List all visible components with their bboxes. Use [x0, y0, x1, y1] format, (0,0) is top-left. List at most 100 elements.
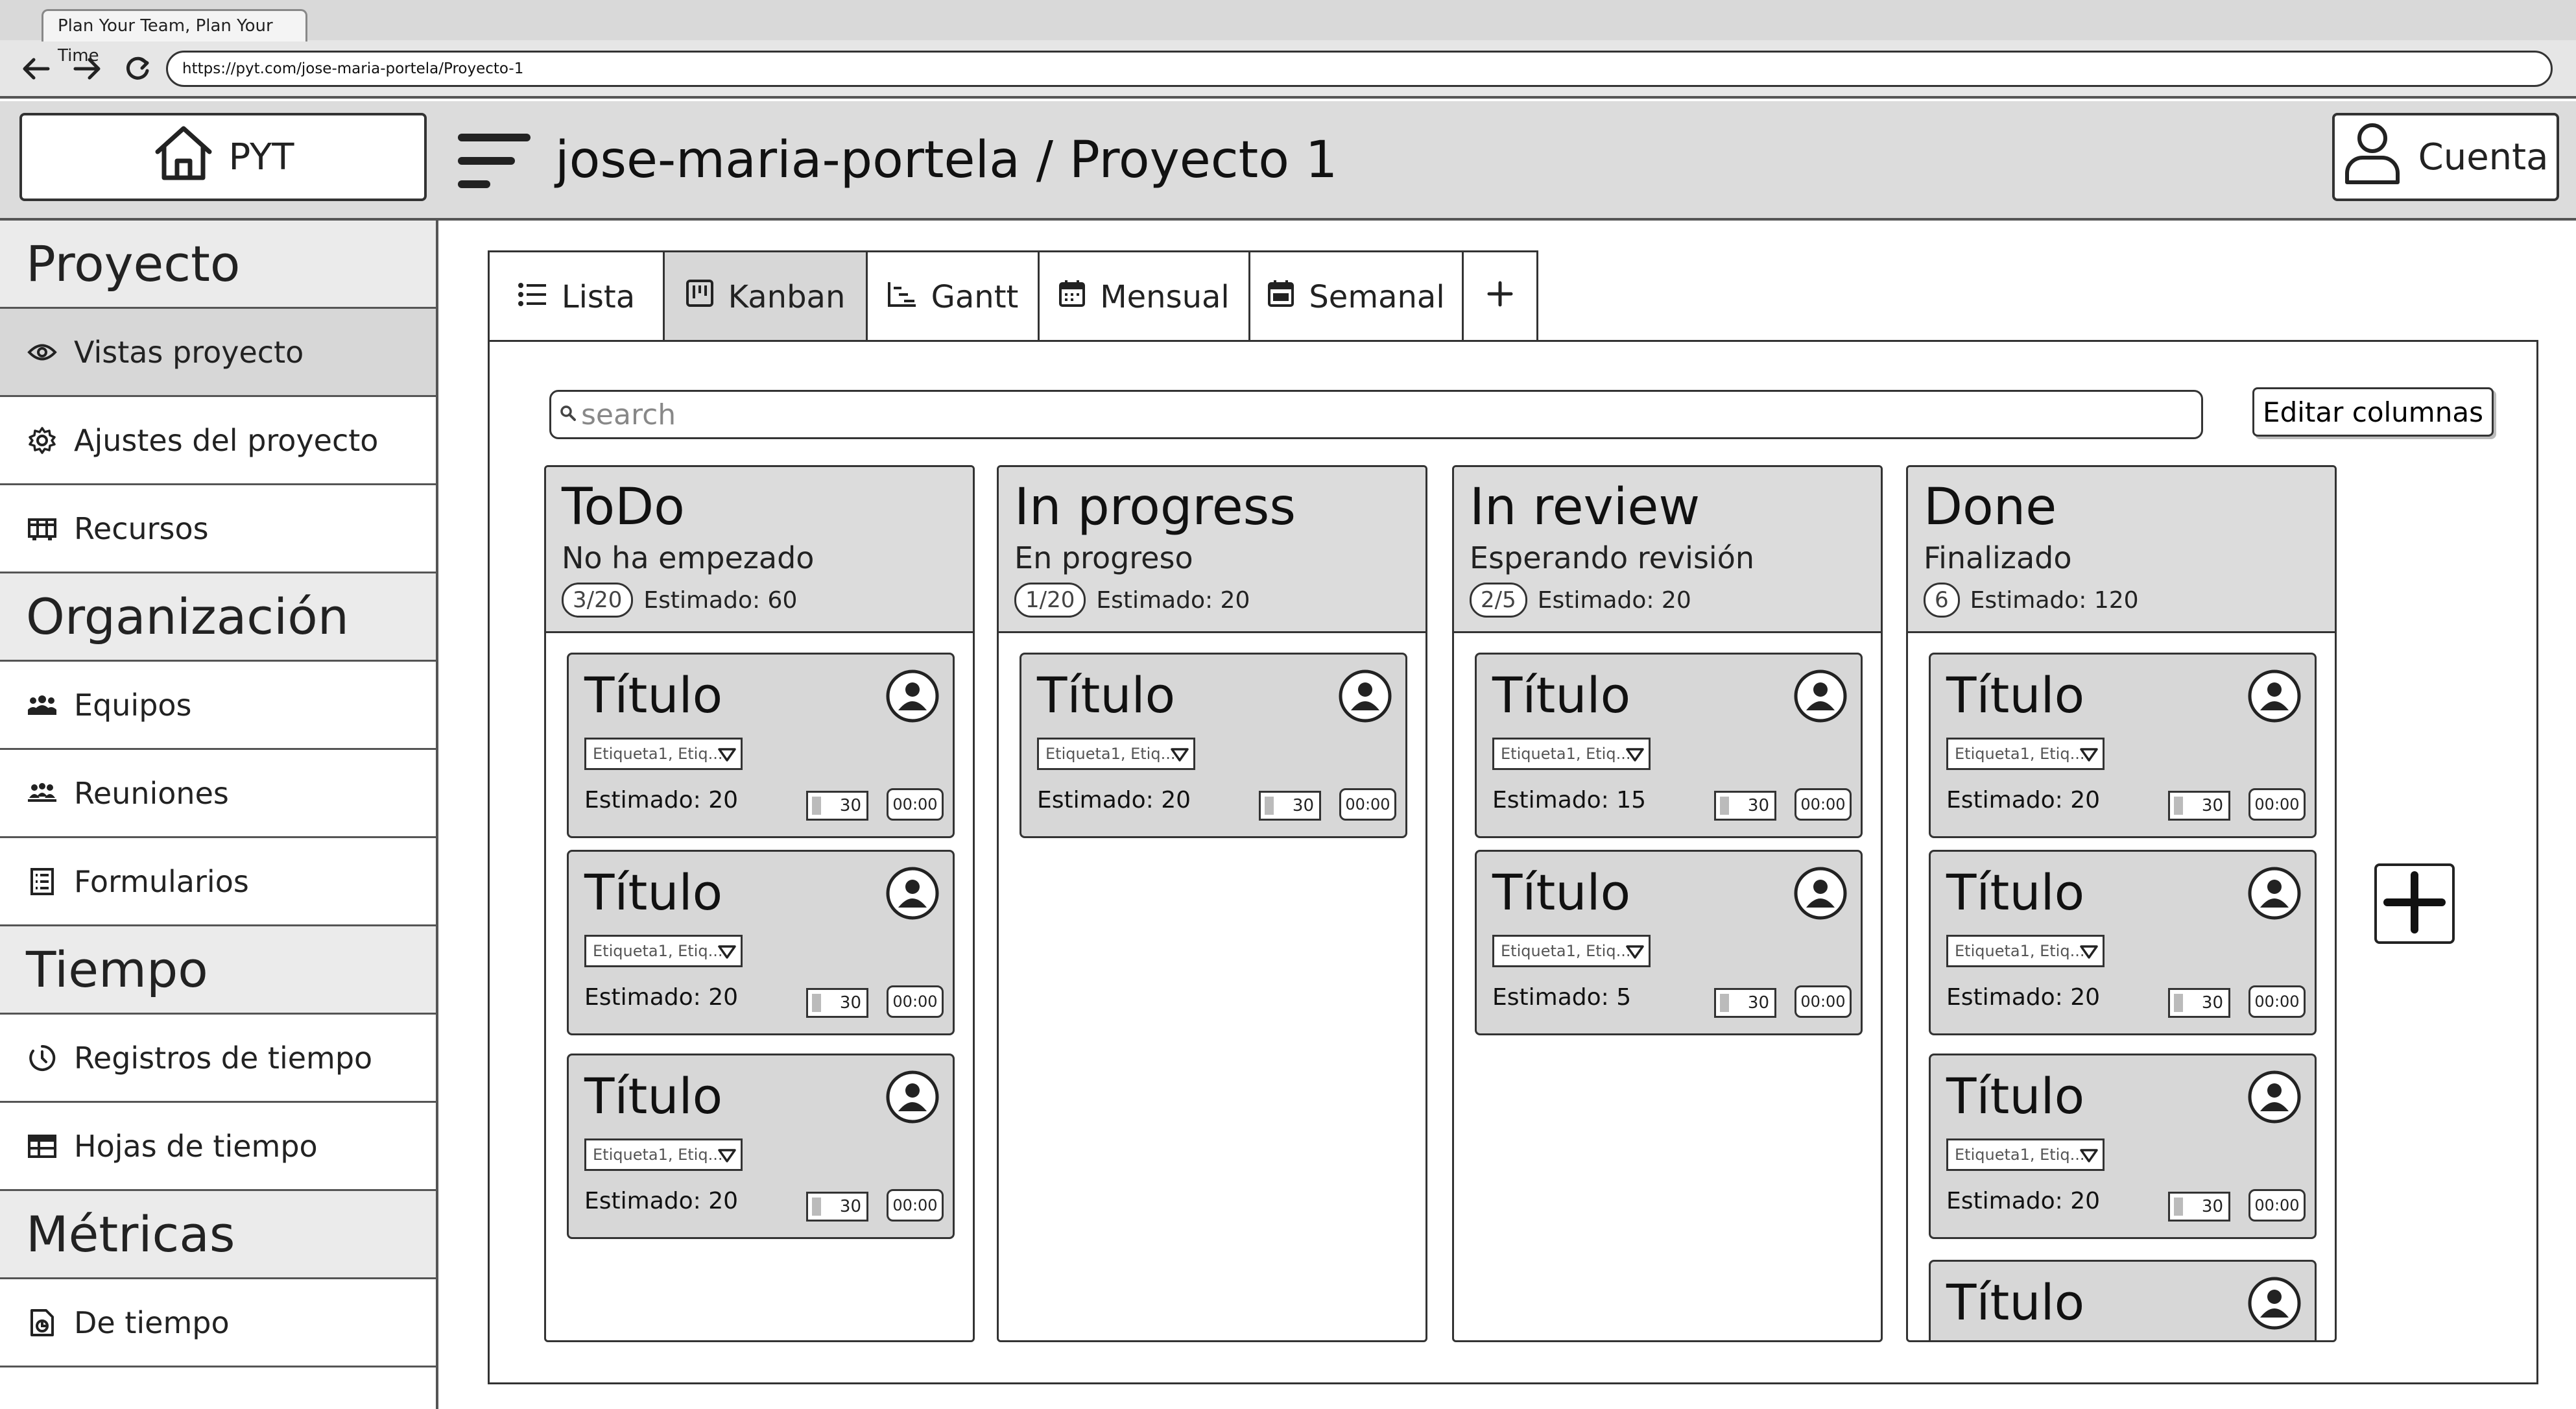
hours-input[interactable]: 30	[2168, 791, 2230, 821]
address-bar[interactable]: https://pyt.com/jose-maria-portela/Proye…	[166, 51, 2553, 87]
sidebar-item-equipos[interactable]: Equipos	[0, 662, 436, 750]
sidebar-item-label: De tiempo	[74, 1305, 230, 1340]
timer-value: 00:00	[892, 993, 938, 1011]
card-estimate: Estimado: 20	[584, 1188, 739, 1214]
eye-icon	[26, 336, 58, 368]
sidebar-item-vistas-proyecto[interactable]: Vistas proyecto	[0, 309, 436, 397]
forward-arrow-icon[interactable]	[71, 53, 102, 84]
column-subtitle: Finalizado	[1924, 540, 2072, 575]
hours-input[interactable]: 30	[1259, 791, 1321, 821]
reload-icon[interactable]	[122, 53, 153, 84]
browser-chrome: Plan Your Team, Plan Your Time https://p…	[0, 0, 2576, 99]
card-estimate: Estimado: 20	[1037, 787, 1191, 813]
avatar[interactable]	[2247, 866, 2302, 921]
tags-dropdown[interactable]: Etiqueta1, Etiq...	[1037, 738, 1195, 770]
avatar[interactable]	[885, 669, 940, 723]
card-estimate: Estimado: 20	[1946, 984, 2101, 1011]
timer-button[interactable]: 00:00	[887, 1189, 944, 1222]
task-card[interactable]: Título Etiqueta1, Etiq... Estimado: 20 3…	[567, 653, 955, 838]
avatar[interactable]	[885, 1070, 940, 1124]
avatar[interactable]	[1793, 866, 1848, 921]
column-meta: 3/20 Estimado: 60	[562, 583, 957, 618]
account-button[interactable]: Cuenta	[2332, 113, 2559, 201]
sidebar: Proyecto Vistas proyecto Ajustes del pro…	[0, 221, 438, 1409]
timer-button[interactable]: 00:00	[1339, 788, 1396, 821]
avatar[interactable]	[1338, 669, 1392, 723]
sidebar-item-recursos[interactable]: Recursos	[0, 485, 436, 573]
hours-input[interactable]: 30	[806, 988, 868, 1018]
avatar[interactable]	[2247, 669, 2302, 723]
avatar[interactable]	[2247, 1070, 2302, 1124]
tags-dropdown[interactable]: Etiqueta1, Etiq...	[1946, 1138, 2105, 1171]
task-card[interactable]: Título Etiqueta1, Etiq... Estimado: 15 3…	[1475, 653, 1863, 838]
sidebar-item-hojas-de-tiempo[interactable]: Hojas de tiempo	[0, 1103, 436, 1191]
card-estimate: Estimado: 20	[1946, 787, 2101, 813]
sidebar-item-reuniones[interactable]: Reuniones	[0, 750, 436, 838]
task-card[interactable]: Título Etiqueta1, Etiq... Estimado: 20 3…	[1929, 850, 2317, 1035]
home-button[interactable]: PYT	[19, 113, 427, 201]
tags-dropdown[interactable]: Etiqueta1, Etiq...	[1492, 738, 1651, 770]
hours-input[interactable]: 30	[806, 791, 868, 821]
card-title: Título	[1946, 1067, 2085, 1125]
add-view-button[interactable]	[1464, 252, 1536, 341]
timer-button[interactable]: 00:00	[1795, 985, 1852, 1018]
avatar[interactable]	[2247, 1276, 2302, 1331]
hours-value: 30	[1747, 796, 1769, 815]
tab-lista[interactable]: Lista	[490, 252, 665, 341]
kanban-column-in-review: In review Esperando revisión 2/5 Estimad…	[1452, 465, 1883, 1342]
add-column-button[interactable]	[2374, 863, 2455, 944]
card-title: Título	[584, 1067, 723, 1125]
tags-dropdown[interactable]: Etiqueta1, Etiq...	[584, 1138, 743, 1171]
hours-input[interactable]: 30	[1714, 988, 1776, 1018]
tab-gantt[interactable]: Gantt	[868, 252, 1040, 341]
task-card[interactable]: Título Etiqueta1, Etiq... Estimado: 20 3…	[567, 1054, 955, 1239]
timer-button[interactable]: 00:00	[887, 985, 944, 1018]
timer-button[interactable]: 00:00	[1795, 788, 1852, 821]
sidebar-item-ajustes-del-proyecto[interactable]: Ajustes del proyecto	[0, 397, 436, 485]
tags-dropdown[interactable]: Etiqueta1, Etiq...	[1492, 935, 1651, 967]
task-card[interactable]: Título Etiqueta1, Etiq... Estimado: 20 3…	[1929, 1054, 2317, 1239]
edit-columns-button[interactable]: Editar columnas	[2252, 387, 2494, 437]
back-arrow-icon[interactable]	[21, 53, 52, 84]
card-title: Título	[1946, 863, 2085, 921]
sidebar-section-organizacion: Organización	[0, 573, 436, 662]
sidebar-item-de-tiempo[interactable]: De tiempo	[0, 1279, 436, 1367]
sidebar-item-label: Reuniones	[74, 775, 229, 811]
task-card[interactable]: Título Etiqueta1, Etiq... Estimado: 20 3…	[1929, 653, 2317, 838]
chevron-down-icon	[717, 943, 737, 960]
task-card[interactable]: Título Etiqueta1, Etiq... Estimado: 5 30…	[1475, 850, 1863, 1035]
kanban-column-todo: ToDo No ha empezado 3/20 Estimado: 60 Tí…	[544, 465, 975, 1342]
task-card[interactable]: Título Etiqueta1, Etiq... Estimado: 20 3…	[1020, 653, 1407, 838]
sidebar-item-formularios[interactable]: Formularios	[0, 838, 436, 926]
tab-semanal[interactable]: Semanal	[1250, 252, 1464, 341]
tags-dropdown[interactable]: Etiqueta1, Etiq...	[584, 935, 743, 967]
sidebar-item-registros-de-tiempo[interactable]: Registros de tiempo	[0, 1015, 436, 1103]
avatar[interactable]	[1793, 669, 1848, 723]
browser-tab[interactable]: Plan Your Team, Plan Your Time	[42, 9, 307, 66]
hours-input[interactable]: 30	[2168, 1192, 2230, 1222]
timer-value: 00:00	[1800, 795, 1846, 813]
avatar[interactable]	[885, 866, 940, 921]
tags-value: Etiqueta1, Etiq...	[593, 1146, 723, 1164]
menu-icon[interactable]	[457, 128, 532, 193]
timer-button[interactable]: 00:00	[2248, 1189, 2306, 1222]
task-card[interactable]: Título Etiqueta1, Etiq... Estimado: 20 3…	[567, 850, 955, 1035]
card-title: Título	[1492, 863, 1631, 921]
timer-button[interactable]: 00:00	[887, 788, 944, 821]
task-card[interactable]: Título	[1929, 1260, 2317, 1340]
tags-dropdown[interactable]: Etiqueta1, Etiq...	[584, 738, 743, 770]
column-meta: 6 Estimado: 120	[1924, 583, 2319, 618]
kanban-board: Editar columnas ToDo No ha empezado 3/20…	[488, 340, 2538, 1384]
hours-input[interactable]: 30	[2168, 988, 2230, 1018]
search-input[interactable]	[581, 398, 2138, 431]
timer-value: 00:00	[1345, 795, 1390, 813]
timer-button[interactable]: 00:00	[2248, 985, 2306, 1018]
tags-dropdown[interactable]: Etiqueta1, Etiq...	[1946, 935, 2105, 967]
tags-dropdown[interactable]: Etiqueta1, Etiq...	[1946, 738, 2105, 770]
hours-input[interactable]: 30	[806, 1192, 868, 1222]
tab-mensual[interactable]: Mensual	[1040, 252, 1250, 341]
column-estimate: Estimado: 20	[1537, 586, 1691, 614]
timer-button[interactable]: 00:00	[2248, 788, 2306, 821]
hours-input[interactable]: 30	[1714, 791, 1776, 821]
tab-kanban[interactable]: Kanban	[665, 252, 868, 341]
